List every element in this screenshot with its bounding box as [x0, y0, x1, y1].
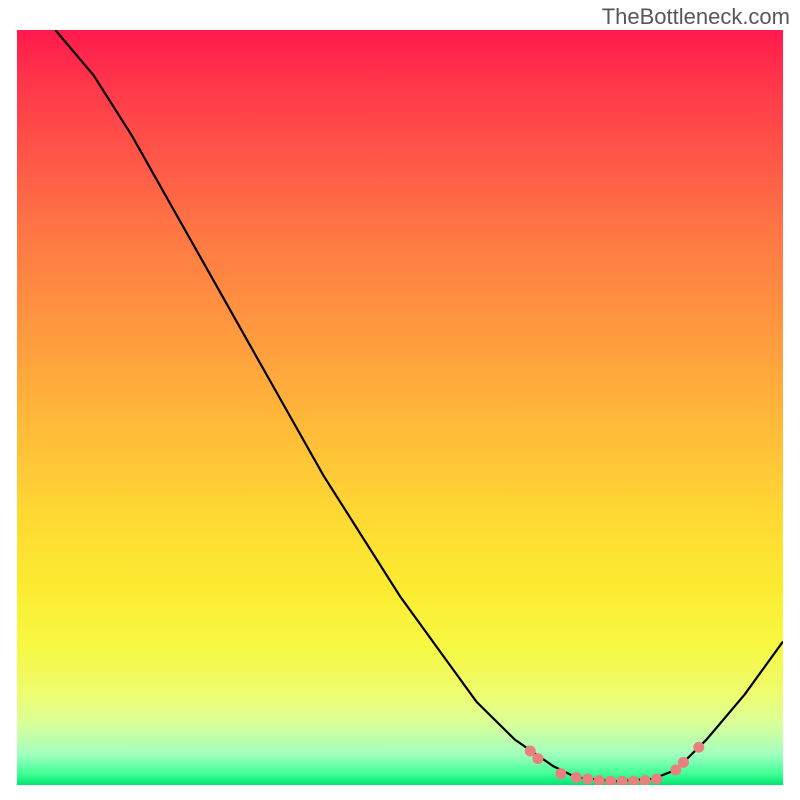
marker-dot	[693, 742, 704, 753]
marker-dot	[678, 757, 689, 768]
bottleneck-curve	[55, 30, 783, 781]
marker-dot	[532, 753, 543, 764]
marker-dot	[628, 776, 639, 785]
marker-dot	[651, 773, 662, 784]
marker-dot	[640, 775, 651, 785]
marker-dot	[582, 773, 593, 784]
chart-svg	[17, 30, 783, 785]
marker-dots	[525, 742, 705, 785]
attribution-text: TheBottleneck.com	[602, 4, 790, 30]
marker-dot	[594, 775, 605, 785]
marker-dot	[555, 768, 566, 779]
marker-dot	[605, 776, 616, 785]
marker-dot	[617, 776, 628, 785]
marker-dot	[571, 772, 582, 783]
chart-area	[17, 30, 783, 785]
